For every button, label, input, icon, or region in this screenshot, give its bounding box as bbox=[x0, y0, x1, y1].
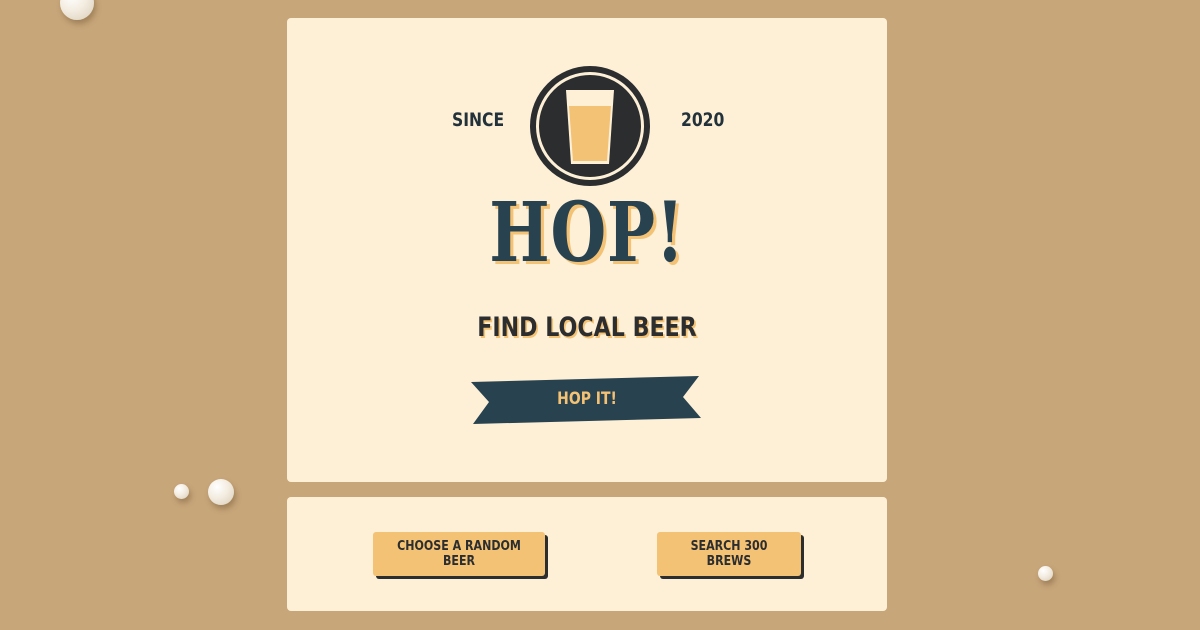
bubble-decoration bbox=[174, 484, 189, 499]
year-label: 2020 bbox=[681, 109, 725, 131]
bubble-decoration bbox=[60, 0, 94, 20]
hero-card: SINCE 2020 HOP! FIND LOCAL BEER HOP IT! bbox=[287, 18, 887, 482]
search-brews-button[interactable]: SEARCH 300 BREWS bbox=[657, 532, 801, 576]
actions-card: CHOOSE A RANDOM BEER SEARCH 300 BREWS bbox=[287, 497, 887, 611]
random-beer-button[interactable]: CHOOSE A RANDOM BEER bbox=[373, 532, 545, 576]
beer-glass-icon bbox=[530, 66, 650, 186]
bubble-decoration bbox=[208, 479, 234, 505]
random-beer-label: CHOOSE A RANDOM BEER bbox=[397, 539, 521, 569]
bubble-decoration bbox=[1038, 566, 1053, 581]
hop-it-label: HOP IT! bbox=[557, 389, 617, 409]
established-row: SINCE 2020 bbox=[287, 66, 887, 186]
search-brews-label: SEARCH 300 BREWS bbox=[690, 539, 768, 569]
since-label: SINCE bbox=[452, 109, 505, 131]
page-title: HOP! bbox=[489, 185, 685, 281]
page-subtitle: FIND LOCAL BEER bbox=[477, 312, 697, 343]
hop-it-button[interactable]: HOP IT! bbox=[471, 376, 703, 424]
beer-glass-graphic bbox=[566, 90, 614, 164]
